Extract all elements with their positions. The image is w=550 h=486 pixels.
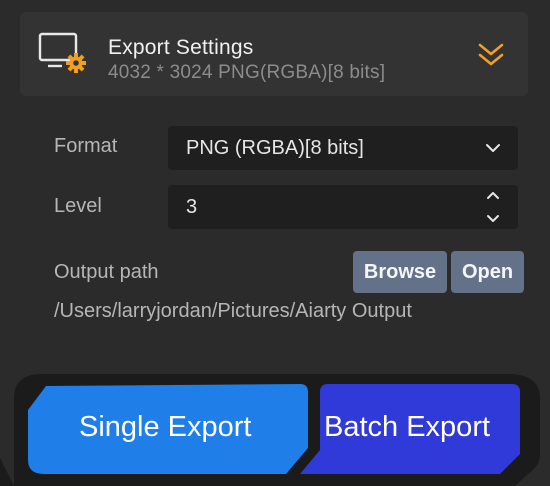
output-path-label: Output path (54, 261, 159, 283)
level-value: 3 (186, 196, 198, 218)
export-settings-header[interactable]: Export Settings 4032 * 3024 PNG(RGBA)[8 … (20, 12, 528, 96)
browse-button[interactable]: Browse (353, 251, 447, 293)
monitor-gear-icon (38, 32, 86, 73)
up-down-stepper-icon[interactable] (484, 187, 502, 227)
open-button[interactable]: Open (451, 251, 524, 293)
export-settings-panel: Export Settings 4032 * 3024 PNG(RGBA)[8 … (0, 0, 550, 486)
level-stepper-field[interactable]: 3 (168, 185, 518, 229)
single-export-label[interactable]: Single Export (79, 411, 252, 444)
format-label: Format (54, 135, 118, 157)
header-title: Export Settings (108, 36, 254, 59)
chevron-down-icon (486, 144, 500, 152)
header-subtitle: 4032 * 3024 PNG(RGBA)[8 bits] (108, 62, 386, 83)
format-dropdown[interactable]: PNG (RGBA)[8 bits] (168, 126, 518, 170)
level-label: Level (54, 195, 102, 217)
format-value: PNG (RGBA)[8 bits] (186, 137, 364, 159)
batch-export-label[interactable]: Batch Export (324, 411, 490, 444)
output-path-value: /Users/larryjordan/Pictures/Aiarty Outpu… (54, 300, 412, 322)
double-chevron-down-icon[interactable] (476, 40, 506, 70)
